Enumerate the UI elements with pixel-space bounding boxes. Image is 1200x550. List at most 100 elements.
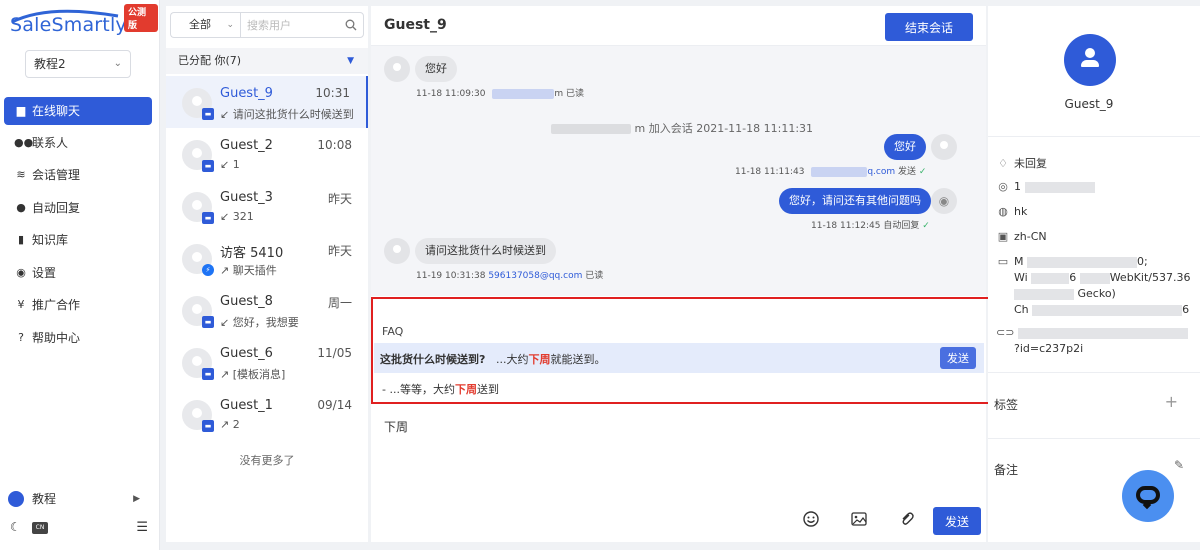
search-input[interactable]: [241, 13, 337, 37]
collapse-icon[interactable]: ☰: [136, 520, 148, 535]
message-time: 11-18 11:12:45: [811, 221, 881, 231]
faq-answer-pre: - ...等等，大约: [382, 383, 455, 396]
robot-icon: ◉: [931, 188, 957, 214]
search-icon[interactable]: [345, 19, 357, 31]
message-status: 已读: [565, 89, 584, 99]
chat-channel-icon: ▬: [202, 316, 214, 328]
message-status: 已读: [585, 271, 604, 281]
emoji-icon[interactable]: [803, 511, 819, 527]
nav-item-live-chat[interactable]: ▆ 在线聊天: [4, 97, 152, 125]
nav-item-label: 自动回复: [32, 201, 81, 215]
message-bubble: 请问这批货什么时候送到: [415, 238, 556, 264]
chevron-down-icon: ⌄: [226, 20, 234, 30]
composer-input[interactable]: 下周: [384, 418, 408, 435]
nav-item-knowledge[interactable]: ▮ 知识库: [4, 226, 152, 254]
conversation-item[interactable]: ⚡ 访客 5410 昨天 ↗ 聊天插件: [166, 232, 368, 284]
moon-icon[interactable]: ☾: [10, 520, 21, 534]
chat-channel-icon: ▬: [202, 108, 214, 120]
monitor-icon: ▭: [997, 255, 1009, 268]
redacted-value: [1017, 327, 1188, 339]
faq-answer-post: 就能送到。: [550, 353, 606, 366]
nav-footer: ☾ CN ☰: [8, 520, 150, 538]
divider: [988, 372, 1200, 373]
conversation-item[interactable]: ▬ Guest_3 昨天 ↙ 321: [166, 180, 368, 232]
redacted-value: [1079, 272, 1110, 284]
check-icon: ✓: [918, 167, 927, 177]
status-icon: ♢: [998, 157, 1008, 170]
attachment-icon[interactable]: [899, 511, 915, 527]
logo[interactable]: SaleSmartly 公测版: [8, 4, 158, 44]
conversation-preview: ↗ 2: [220, 418, 240, 431]
message-meta: 11-18 11:12:45 自动回复 ✓: [811, 218, 930, 231]
assigned-group[interactable]: 已分配 你(7) ▼: [166, 48, 368, 74]
visitor-name: Guest_9: [1064, 97, 1114, 111]
message-status: 自动回复: [883, 221, 920, 231]
faq-panel: FAQ 这批货什么时候送到? ...大约下周就能送到。 发送 - ...等等，大…: [374, 319, 984, 401]
nav-item-label: 推广合作: [32, 298, 81, 312]
redacted-value: [1031, 272, 1070, 284]
image-icon[interactable]: [851, 511, 867, 527]
conversation-item[interactable]: ▬ Guest_2 10:08 ↙ 1: [166, 128, 368, 180]
nav-item-settings[interactable]: ◉ 设置: [4, 259, 152, 287]
conversation-item[interactable]: ▬ Guest_8 周一 ↙ 您好，我想要: [166, 284, 368, 336]
left-nav: SaleSmartly 公测版 教程2 ⌄ ▆ 在线聊天 ●● 联系人 ≋ 会话…: [0, 0, 160, 550]
language-icon[interactable]: CN: [32, 522, 48, 534]
conversation-item[interactable]: ▬ Guest_6 11/05 ↗ [模板消息]: [166, 336, 368, 388]
chat-channel-icon: ▬: [202, 368, 214, 380]
info-status: ♢ 未回复: [996, 155, 1047, 171]
nav-item-promotion[interactable]: ¥ 推广合作: [4, 291, 152, 319]
user-icon-body: [1081, 60, 1099, 67]
contacts-icon: ●●: [14, 136, 34, 149]
chat-channel-icon: ▬: [202, 212, 214, 224]
conversation-name: Guest_6: [220, 346, 273, 361]
visitor-info-panel: Guest_9 ♢ 未回复 ◎ 1 ◍ hk ▣ zh-CN ▭ M 0; Wi 6 We…: [988, 6, 1200, 542]
nav-item-label: 知识库: [32, 233, 69, 247]
chat-title: Guest_9: [384, 17, 447, 33]
info-device-line: Ch 6: [1014, 303, 1189, 316]
conversation-name: Guest_8: [220, 294, 273, 309]
filter-select[interactable]: 全部 ⌄: [170, 12, 240, 38]
conversation-time: 昨天: [327, 244, 352, 258]
conversation-item[interactable]: ▬ Guest_1 09/14 ↗ 2: [166, 388, 368, 440]
status-value: 未回复: [1014, 157, 1047, 170]
message-area[interactable]: 您好 11-18 11:09:30 m 已读 m 加入会话 2021-11-18…: [371, 46, 986, 296]
info-url-line[interactable]: ?id=c237p2i: [1014, 342, 1083, 355]
faq-suggestion[interactable]: - ...等等，大约下周送到: [382, 381, 499, 397]
faq-suggestion[interactable]: 这批货什么时候送到? ...大约下周就能送到。 发送: [374, 343, 984, 373]
faq-keyword: 下周: [528, 353, 551, 366]
add-tag-icon[interactable]: +: [1165, 392, 1178, 411]
faq-keyword: 下周: [454, 383, 477, 396]
conversation-preview: ↙ 1: [220, 158, 240, 171]
user-menu[interactable]: 教程 ▶: [6, 488, 154, 510]
layers-icon: ≋: [16, 168, 26, 181]
device-line2c: WebKit/537.36: [1109, 271, 1191, 284]
conversation-item[interactable]: ▬ Guest_9 10:31 ↙ 请问这批货什么时候送到: [166, 76, 368, 128]
redacted-value: [1032, 304, 1183, 316]
nav-item-sessions[interactable]: ≋ 会话管理: [4, 161, 152, 189]
avatar: [931, 134, 957, 160]
help-chat-button[interactable]: [1122, 470, 1174, 522]
help-icon: ?: [18, 331, 24, 344]
conversation-preview: ↙ 321: [220, 210, 254, 223]
conversation-preview: ↗ [模板消息]: [220, 368, 286, 381]
caret-down-icon: ▼: [347, 56, 354, 66]
redacted-value: [1024, 181, 1095, 193]
avatar: [8, 491, 24, 507]
nav-item-help[interactable]: ? 帮助中心: [4, 324, 152, 352]
nav-item-label: 帮助中心: [32, 331, 81, 345]
end-conversation-button[interactable]: 结束会话: [885, 13, 973, 41]
faq-send-button[interactable]: 发送: [940, 347, 976, 369]
workspace-select[interactable]: 教程2 ⌄: [25, 50, 131, 78]
nav-item-contacts[interactable]: ●● 联系人: [4, 129, 152, 157]
robot-icon: ●: [16, 201, 26, 214]
edit-icon[interactable]: ✎: [1174, 458, 1184, 472]
message-time: 11-18 11:11:43: [735, 167, 805, 177]
device-line3: Gecko): [1077, 287, 1116, 300]
device-line2a: Wi: [1014, 271, 1028, 284]
nav-item-auto-reply[interactable]: ● 自动回复: [4, 194, 152, 222]
avatar: [384, 238, 410, 264]
faq-question: 这批货什么时候送到?: [380, 353, 486, 366]
send-button[interactable]: 发送: [933, 507, 981, 535]
no-more-label: 没有更多了: [239, 454, 295, 467]
messenger-icon: ⚡: [202, 264, 214, 276]
